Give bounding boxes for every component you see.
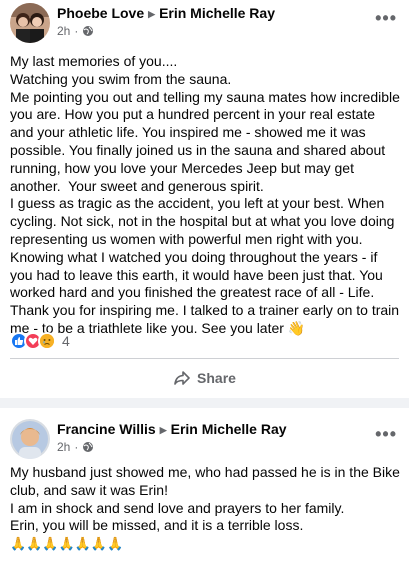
arrow-right-icon: ▶ xyxy=(159,425,167,435)
reactions-bar[interactable]: 4 xyxy=(10,331,70,351)
post-time[interactable]: 2h xyxy=(57,440,70,454)
post-card: Francine Willis ▶ Erin Michelle Ray 2h · •… xyxy=(0,408,409,568)
post-header: Francine Willis ▶ Erin Michelle Ray 2h · •… xyxy=(0,416,409,464)
post-card: Phoebe Love ▶ Erin Michelle Ray 2h · ••• M… xyxy=(0,0,409,398)
avatar[interactable] xyxy=(10,3,50,43)
post-author-line: Phoebe Love ▶ Erin Michelle Ray xyxy=(57,5,275,21)
avatar[interactable] xyxy=(10,419,50,459)
divider xyxy=(10,358,399,359)
recipient-name[interactable]: Erin Michelle Ray xyxy=(171,421,287,437)
arrow-right-icon: ▶ xyxy=(148,9,156,19)
post-header: Phoebe Love ▶ Erin Michelle Ray 2h · ••• xyxy=(0,0,409,48)
sad-icon xyxy=(38,332,56,350)
more-options-icon[interactable]: ••• xyxy=(375,424,397,445)
author-name[interactable]: Francine Willis xyxy=(57,421,156,437)
share-button[interactable]: Share xyxy=(0,363,409,393)
separator-dot: · xyxy=(74,24,79,38)
globe-icon xyxy=(83,26,94,36)
praying-hands-emoji: 🙏🙏🙏🙏🙏🙏🙏 xyxy=(10,536,124,551)
globe-icon xyxy=(83,442,94,452)
share-label: Share xyxy=(197,370,236,386)
reaction-count[interactable]: 4 xyxy=(62,333,70,349)
share-icon xyxy=(174,371,190,385)
author-name[interactable]: Phoebe Love xyxy=(57,5,144,21)
separator-dot: · xyxy=(74,440,79,454)
post-text: My last memories of you.... Watching you… xyxy=(10,53,400,336)
post-author-line: Francine Willis ▶ Erin Michelle Ray xyxy=(57,421,287,437)
recipient-name[interactable]: Erin Michelle Ray xyxy=(159,5,275,21)
post-meta: 2h · xyxy=(57,24,94,38)
more-options-icon[interactable]: ••• xyxy=(375,8,397,29)
post-meta: 2h · xyxy=(57,440,94,454)
post-time[interactable]: 2h xyxy=(57,24,70,38)
post-text: My husband just showed me, who had passe… xyxy=(10,464,400,534)
